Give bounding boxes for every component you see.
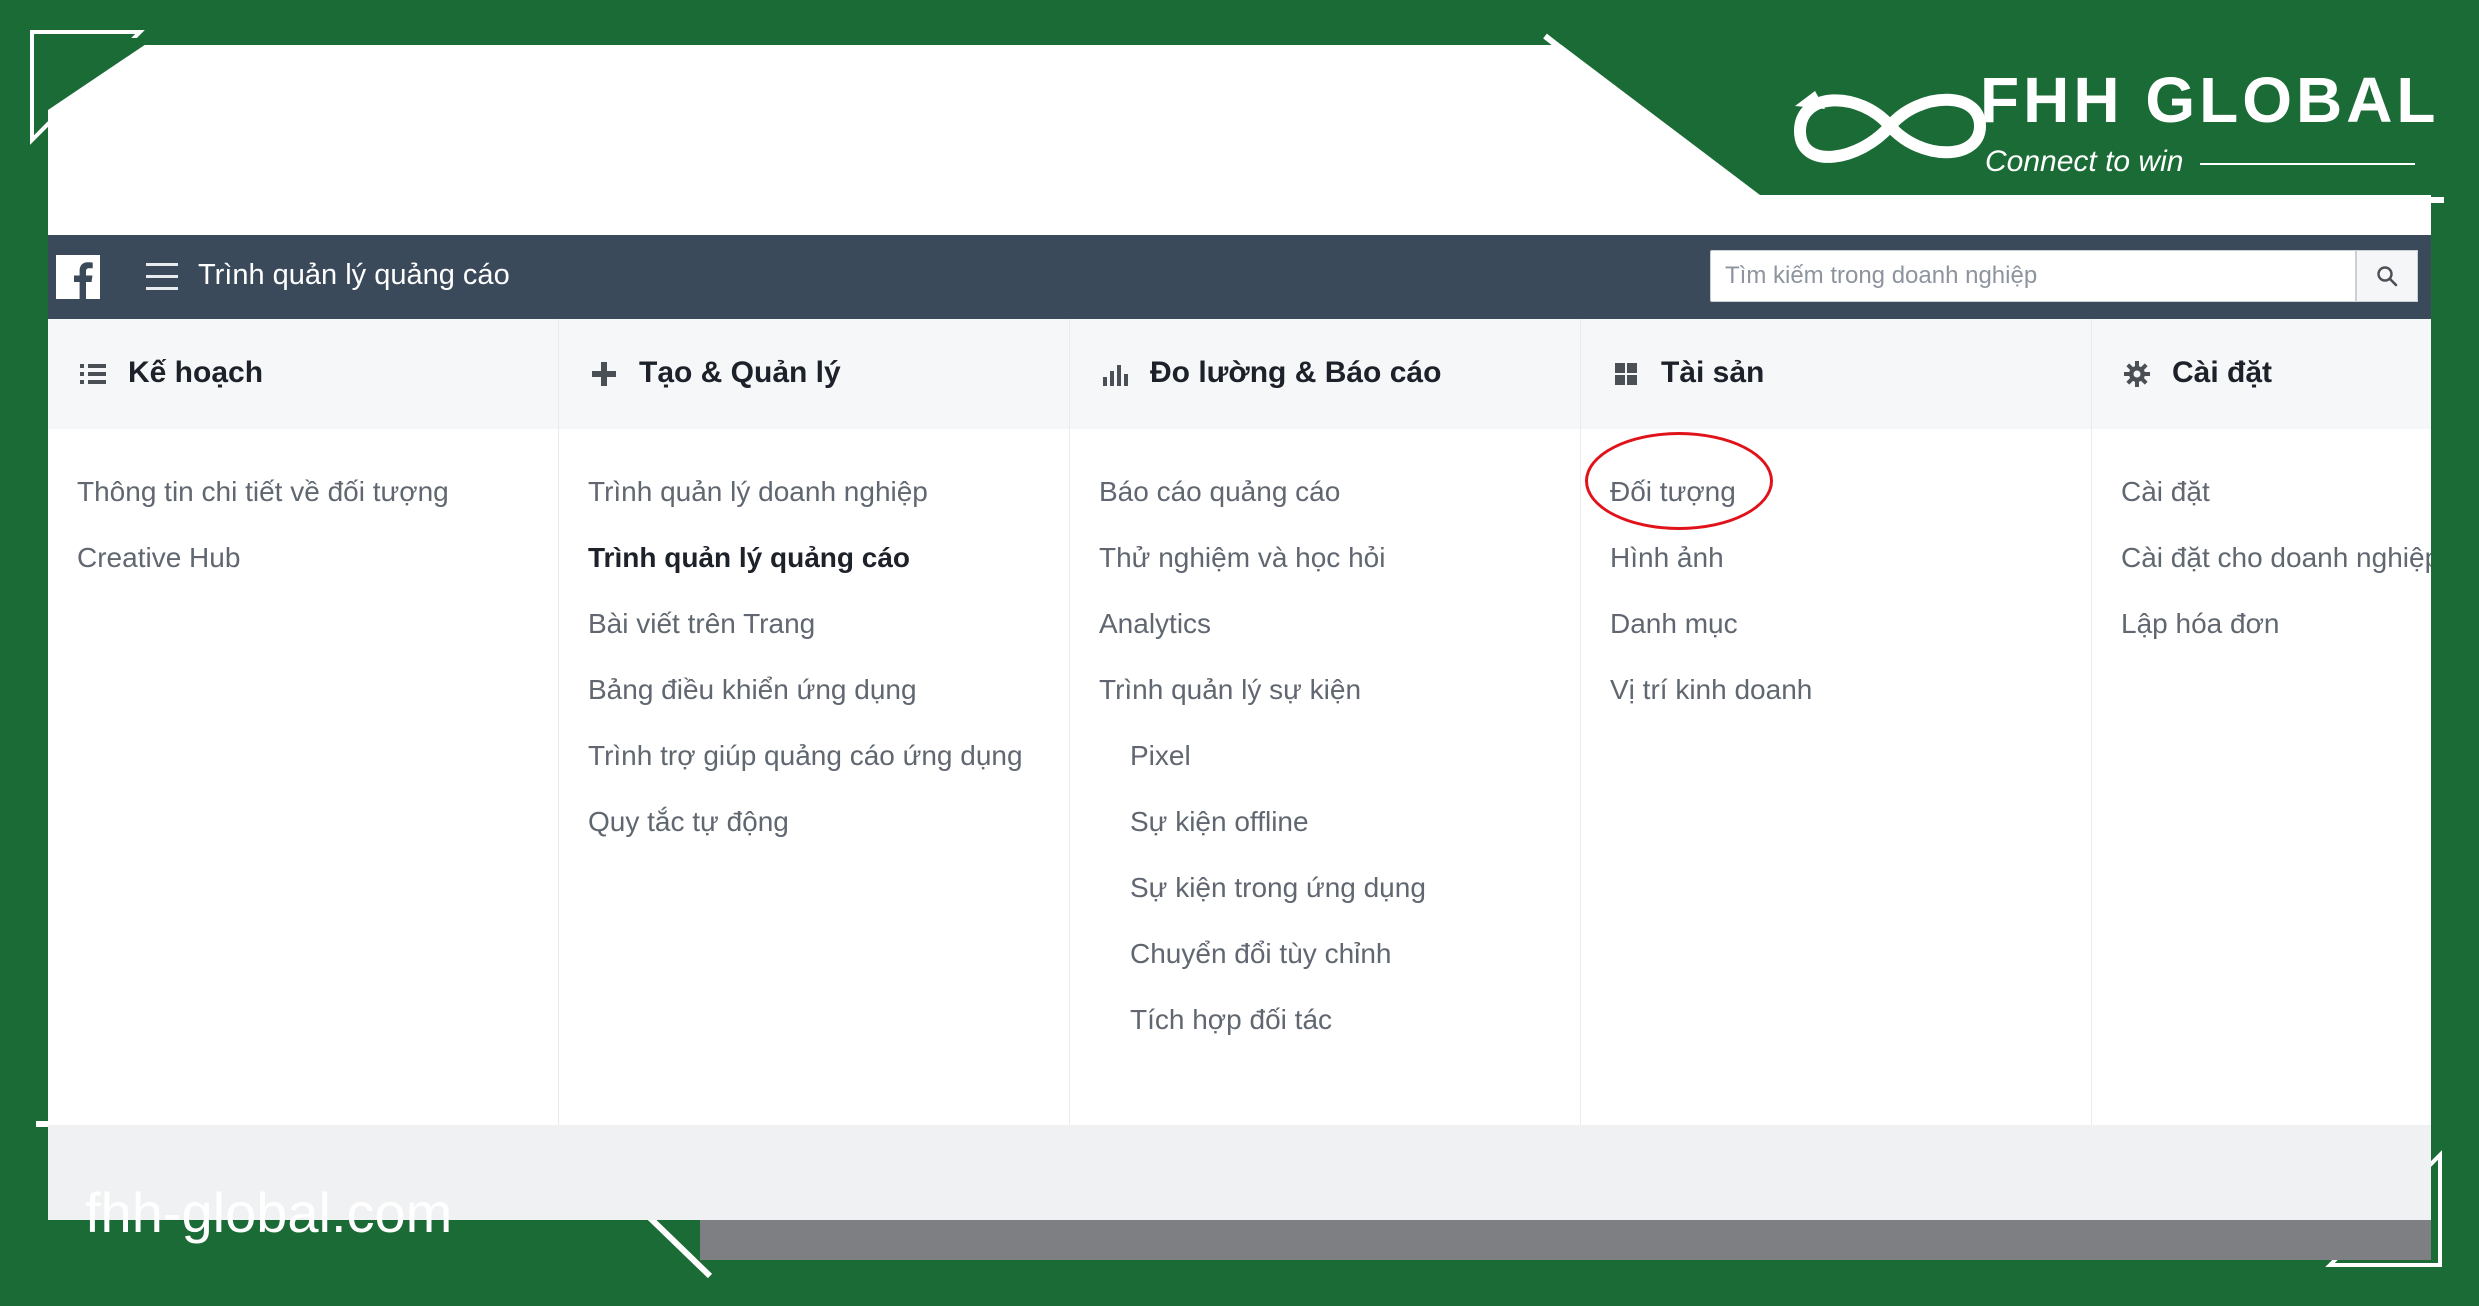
- column-plan: Kế hoạch Thông tin chi tiết về đối tượng…: [48, 319, 558, 1125]
- column-heading: Tạo & Quản lý: [639, 356, 841, 389]
- column-heading: Tài sản: [1661, 356, 1765, 389]
- search-icon: [2377, 266, 2398, 287]
- column-create-manage: Tạo & Quản lý Trình quản lý doanh nghiệp…: [558, 319, 1069, 1125]
- menu-item-app-ads-helper[interactable]: Trình trợ giúp quảng cáo ứng dụng: [559, 723, 1069, 789]
- list-icon: [80, 364, 106, 384]
- menu-item-ads-manager[interactable]: Trình quản lý quảng cáo: [559, 525, 1069, 591]
- column-header: Cài đặt: [2092, 319, 2431, 429]
- search-button[interactable]: [2356, 250, 2418, 302]
- menu-item-images[interactable]: Hình ảnh: [1581, 525, 2091, 591]
- menu-item-page-posts[interactable]: Bài viết trên Trang: [559, 591, 1069, 657]
- dragon-logo-icon: [1793, 91, 1987, 163]
- brand-name: FHH GLOBAL: [1980, 64, 2440, 136]
- brand-underline: [2200, 163, 2415, 165]
- menu-item-billing[interactable]: Lập hóa đơn: [2092, 591, 2431, 657]
- brand-url: fhh-global.com: [85, 1181, 453, 1244]
- hamburger-icon[interactable]: [146, 263, 178, 291]
- brand-banner: FHH GLOBAL Connect to win: [1560, 45, 2436, 195]
- column-heading: Đo lường & Báo cáo: [1150, 356, 1442, 389]
- menu-item-analytics[interactable]: Analytics: [1070, 591, 1580, 657]
- column-header: Tạo & Quản lý: [559, 319, 1069, 429]
- menu-item-partner-integrations[interactable]: Tích hợp đối tác: [1070, 987, 1580, 1053]
- menu-item-audience-insights[interactable]: Thông tin chi tiết về đối tượng: [48, 459, 558, 525]
- column-measure-report: Đo lường & Báo cáo Báo cáo quảng cáo Thử…: [1069, 319, 1580, 1125]
- menu-item-offline-events[interactable]: Sự kiện offline: [1070, 789, 1580, 855]
- brand-tagline: Connect to win: [1985, 145, 2184, 178]
- menu-item-app-events[interactable]: Sự kiện trong ứng dụng: [1070, 855, 1580, 921]
- column-header: Tài sản: [1581, 319, 2091, 429]
- app-title[interactable]: Trình quản lý quảng cáo: [198, 259, 510, 292]
- grid-icon: [1615, 363, 1637, 385]
- column-header: Đo lường & Báo cáo: [1070, 319, 1580, 429]
- menu-item-pixel[interactable]: Pixel: [1070, 723, 1580, 789]
- ads-navigation-menu: Kế hoạch Thông tin chi tiết về đối tượng…: [48, 319, 2431, 1125]
- column-header: Kế hoạch: [48, 319, 558, 429]
- gear-icon: [2124, 361, 2150, 387]
- facebook-header-bar: Trình quản lý quảng cáo: [48, 235, 2431, 319]
- search-input[interactable]: [1710, 250, 2356, 302]
- menu-item-creative-hub[interactable]: Creative Hub: [48, 525, 558, 591]
- menu-item-automated-rules[interactable]: Quy tắc tự động: [559, 789, 1069, 855]
- menu-item-business-settings[interactable]: Cài đặt cho doanh nghiệp: [2092, 525, 2431, 591]
- menu-item-custom-conversions[interactable]: Chuyển đổi tùy chỉnh: [1070, 921, 1580, 987]
- menu-shadow: [700, 1220, 2431, 1260]
- menu-item-app-dashboard[interactable]: Bảng điều khiển ứng dụng: [559, 657, 1069, 723]
- menu-item-ads-reporting[interactable]: Báo cáo quảng cáo: [1070, 459, 1580, 525]
- menu-item-business-manager[interactable]: Trình quản lý doanh nghiệp: [559, 459, 1069, 525]
- menu-item-catalogs[interactable]: Danh mục: [1581, 591, 2091, 657]
- menu-item-business-locations[interactable]: Vị trí kinh doanh: [1581, 657, 2091, 723]
- menu-item-test-and-learn[interactable]: Thử nghiệm và học hỏi: [1070, 525, 1580, 591]
- plus-icon: [592, 362, 616, 386]
- column-heading: Cài đặt: [2172, 356, 2273, 389]
- column-heading: Kế hoạch: [128, 356, 264, 389]
- bar-chart-icon: [1103, 365, 1128, 386]
- menu-item-events-manager[interactable]: Trình quản lý sự kiện: [1070, 657, 1580, 723]
- column-settings: Cài đặt Cài đặt Cài đặt cho doanh nghiệp…: [2091, 319, 2431, 1125]
- menu-item-settings[interactable]: Cài đặt: [2092, 459, 2431, 525]
- highlight-annotation-circle: [1585, 432, 1773, 530]
- facebook-icon[interactable]: [56, 255, 100, 299]
